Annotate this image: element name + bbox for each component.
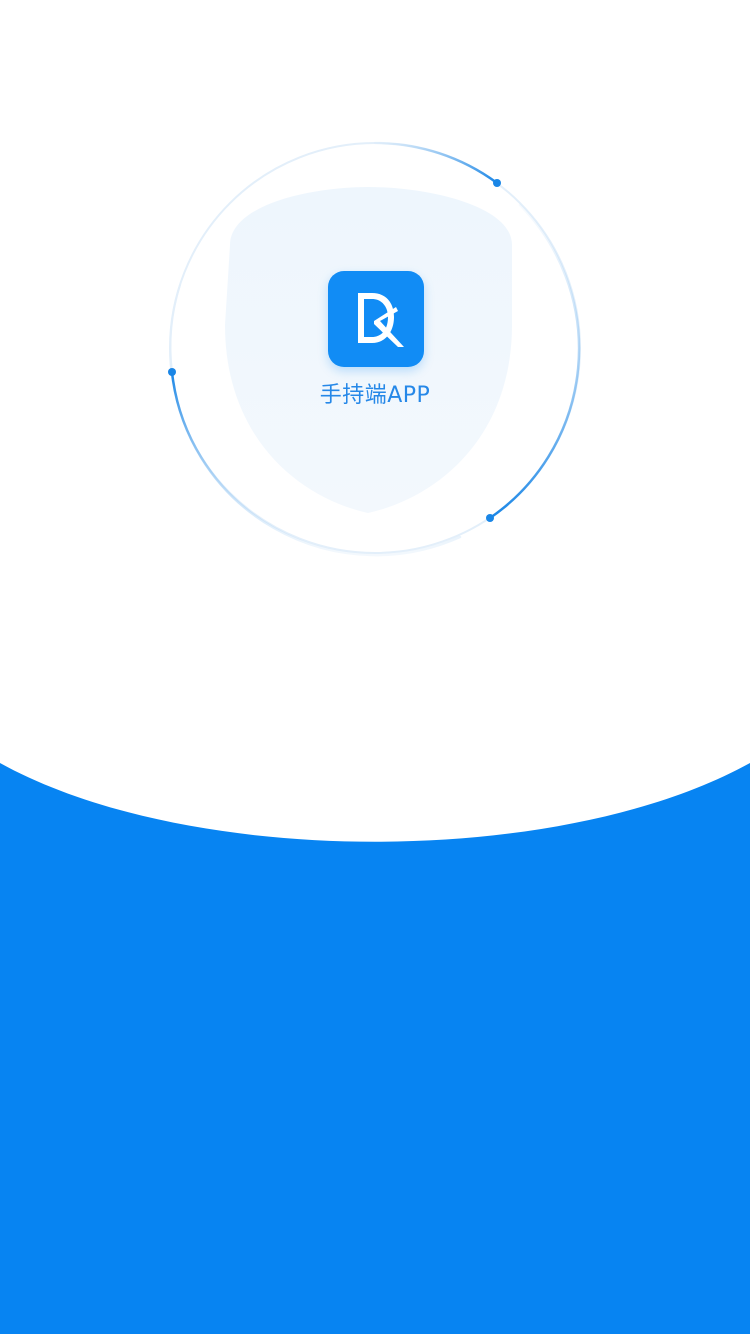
app-logo-icon [358,293,404,347]
app-name-label: 手持端APP [319,383,431,408]
app-logo [328,271,424,367]
